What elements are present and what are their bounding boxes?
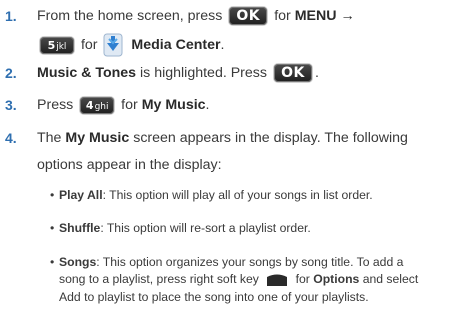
my-music-label: My Music — [141, 97, 206, 113]
bullet-dot: • — [50, 221, 55, 235]
bullet-text: : This option organizes your songs by so… — [96, 255, 404, 269]
step-number: 2. — [5, 65, 17, 81]
step-text: The — [37, 130, 62, 146]
bullet-term: Play All — [59, 188, 103, 202]
ok-key-icon: OK — [229, 7, 268, 26]
step-number: 1. — [5, 8, 17, 24]
menu-label: MENU — [294, 8, 337, 24]
bullet-songs-line-3: Add to playlist to place the song into o… — [59, 290, 369, 304]
key-5-icon: 5jkl — [40, 36, 74, 54]
step-text: . — [220, 36, 225, 53]
bullet-text: : This option will play all of your song… — [102, 188, 373, 202]
step-text: screen appears in the display. The follo… — [133, 130, 408, 146]
step-text: Press — [37, 97, 74, 113]
step-4-line-1: The My Music screen appears in the displ… — [37, 129, 408, 147]
bullet-text: for — [295, 272, 310, 286]
options-label: Options — [313, 272, 360, 286]
step-text: is highlighted. Press — [140, 65, 267, 81]
key-letters: jkl — [56, 41, 67, 52]
bullet-dot: • — [50, 188, 55, 202]
my-music-label: My Music — [65, 130, 130, 146]
bullet-text: song to a playlist, press right soft key — [59, 272, 259, 286]
step-text: From the home screen, press — [37, 8, 223, 24]
bullet-text: and select — [362, 272, 419, 286]
step-3-line: Press 4ghi for My Music. — [37, 96, 210, 114]
key-digit: 4 — [85, 98, 94, 112]
step-4-line-2: options appear in the display: — [37, 157, 222, 173]
key-letters: ghi — [94, 101, 109, 112]
bullet-text: : This option will re-sort a playlist or… — [100, 221, 311, 235]
step-1-line-1: From the home screen, press OK for MENU … — [37, 7, 355, 26]
music-tones-label: Music & Tones — [37, 65, 137, 81]
step-2-line: Music & Tones is highlighted. Press OK. — [37, 64, 319, 83]
arrow-glyph: → — [340, 8, 355, 24]
key-digit: 5 — [47, 38, 56, 52]
step-text: . — [205, 97, 210, 113]
step-1-line-2: 5jkl for Media Center. — [37, 33, 224, 57]
bullet-play-all: • Play All: This option will play all of … — [50, 188, 373, 203]
instruction-document: 1. From the home screen, press OK for ME… — [0, 0, 471, 331]
ok-key-icon: OK — [273, 64, 312, 83]
bullet-term: Songs — [59, 255, 97, 269]
media-center-label: Media Center — [131, 36, 221, 53]
bullet-songs-line-2: song to a playlist, press right soft key… — [59, 272, 418, 287]
key-4-icon: 4ghi — [80, 96, 115, 114]
bullet-songs: • Songs: This option organizes your songs… — [50, 255, 403, 270]
step-number: 4. — [5, 130, 17, 146]
right-softkey-icon — [267, 274, 288, 286]
step-text: . — [314, 65, 319, 81]
media-center-icon — [103, 33, 123, 57]
bullet-term: Shuffle — [59, 221, 101, 235]
bullet-dot: • — [50, 255, 55, 269]
step-text: for — [121, 97, 138, 113]
step-text: for — [80, 36, 98, 53]
bullet-shuffle: • Shuffle: This option will re-sort a pla… — [50, 221, 311, 236]
step-number: 3. — [5, 97, 17, 113]
step-text: for — [274, 8, 291, 24]
